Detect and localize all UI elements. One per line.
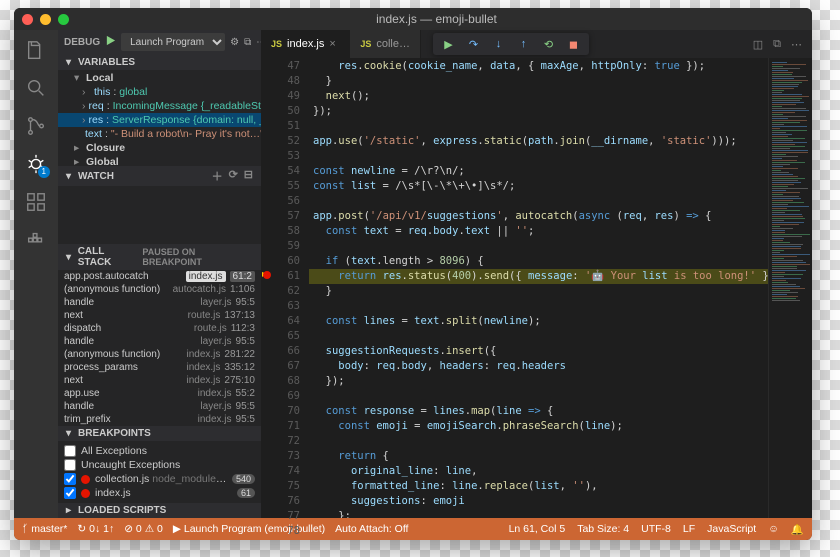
stack-frame[interactable]: dispatchroute.js112:3 (58, 322, 261, 335)
breakpoints-header[interactable]: ▾BREAKPOINTS (58, 426, 261, 441)
stack-frame[interactable]: process_paramsindex.js335:12 (58, 361, 261, 374)
tab-more-icon[interactable]: ⋯ (791, 38, 802, 51)
bp-checkbox[interactable] (64, 487, 76, 499)
bp-checkbox[interactable] (64, 473, 76, 485)
auto-attach[interactable]: Auto Attach: Off (335, 523, 408, 535)
variables-section: ▾Local › this: global› req: IncomingMess… (58, 70, 261, 166)
scope-row[interactable]: ▸Closure (58, 141, 261, 155)
stack-frame[interactable]: handlelayer.js95:5 (58, 335, 261, 348)
variable-row[interactable]: text: "- Build a robot\n- Pray it's not…… (58, 127, 261, 141)
variable-row[interactable]: › res: ServerResponse {domain: null, _ev… (58, 113, 261, 127)
debug-sidebar: DEBUG Launch Program ⚙ ⧉ ⋯ ▾VARIABLES ▾L… (58, 30, 261, 518)
minimap[interactable] (768, 58, 812, 518)
line-numbers: 4748495051525354555657585960616263646566… (275, 58, 309, 518)
editor[interactable]: ▸ 47484950515253545556575859606162636465… (261, 58, 812, 518)
variables-header[interactable]: ▾VARIABLES (58, 55, 261, 70)
stack-frame[interactable]: handlelayer.js95:5 (58, 296, 261, 309)
vscode-window: index.js — emoji-bullet 1 DEBUG Launch P… (14, 8, 812, 540)
stack-frame[interactable]: app.useindex.js55:2 (58, 387, 261, 400)
loaded-scripts-header[interactable]: ▸LOADED SCRIPTS (58, 503, 261, 518)
js-file-icon: JS (360, 39, 371, 49)
breakpoint-dot-icon (81, 475, 90, 484)
editor-tab[interactable]: JScolle… (350, 30, 421, 58)
docker-icon[interactable] (24, 228, 48, 252)
activity-bar: 1 (14, 30, 58, 518)
git-sync[interactable]: ↻ 0↓ 1↑ (77, 523, 114, 535)
js-file-icon: JS (271, 39, 282, 49)
console-icon[interactable]: ⧉ (244, 37, 251, 48)
stack-frame[interactable]: app.post.autocatchindex.js61:2 (58, 270, 261, 283)
breakpoint-builtin[interactable]: All Exceptions (64, 444, 255, 458)
close-icon[interactable] (22, 14, 33, 25)
callstack-header[interactable]: ▾CALL STACKPAUSED ON BREAKPOINT (58, 244, 261, 270)
stack-frame[interactable]: trim_prefixindex.js95:5 (58, 413, 261, 426)
stack-frame[interactable]: nextindex.js275:10 (58, 374, 261, 387)
window-title: index.js — emoji-bullet (69, 12, 804, 26)
minimize-icon[interactable] (40, 14, 51, 25)
step-out-button[interactable]: ↑ (517, 38, 530, 51)
stack-frame[interactable]: (anonymous function)autocatch.js1:106 (58, 283, 261, 296)
code-content[interactable]: res.cookie(cookie_name, data, { maxAge, … (309, 58, 768, 518)
traffic-lights (22, 14, 69, 25)
debug-floating-toolbar: ▶ ↷ ↓ ↑ ⟲ ◼ (433, 33, 589, 55)
zoom-icon[interactable] (58, 14, 69, 25)
breakpoint-builtin[interactable]: Uncaught Exceptions (64, 458, 255, 472)
cursor-position[interactable]: Ln 61, Col 5 (509, 523, 566, 536)
glyph-margin: ▸ (261, 58, 275, 518)
status-bar: ᚶ master* ↻ 0↓ 1↑ ⊘ 0 ⚠ 0 ▶ Launch Progr… (14, 518, 812, 540)
editor-tab[interactable]: JSindex.js× (261, 30, 350, 58)
refresh-icon[interactable]: ⟳ (229, 168, 238, 184)
breakpoint-user[interactable]: index.js61 (64, 486, 255, 500)
titlebar: index.js — emoji-bullet (14, 8, 812, 30)
tab-bar: JSindex.js×JScolle… ▶ ↷ ↓ ↑ ⟲ ◼ ◫ ⧉ ⋯ (261, 30, 812, 58)
encoding[interactable]: UTF-8 (641, 523, 671, 536)
feedback-icon[interactable]: ☺ (768, 523, 779, 536)
scope-local[interactable]: ▾Local (58, 71, 261, 85)
split-editor-icon[interactable]: ◫ (753, 38, 763, 51)
scope-row[interactable]: ▸Global (58, 155, 261, 166)
breakpoints-section: All ExceptionsUncaught Exceptionscollect… (58, 441, 261, 503)
step-over-button[interactable]: ↷ (467, 38, 480, 51)
start-debug-button[interactable] (105, 35, 116, 49)
restart-button[interactable]: ⟲ (542, 38, 555, 51)
debug-status[interactable]: ▶ Launch Program (emoji-bullet) (173, 523, 325, 535)
search-icon[interactable] (24, 76, 48, 100)
problems[interactable]: ⊘ 0 ⚠ 0 (124, 523, 163, 535)
indent[interactable]: Tab Size: 4 (577, 523, 629, 536)
language-mode[interactable]: JavaScript (707, 523, 756, 536)
debug-toolbar: DEBUG Launch Program ⚙ ⧉ ⋯ (58, 30, 261, 55)
gear-icon[interactable]: ⚙ (230, 37, 239, 48)
extensions-icon[interactable] (24, 190, 48, 214)
open-changes-icon[interactable]: ⧉ (773, 38, 781, 51)
stack-frame[interactable]: handlelayer.js95:5 (58, 400, 261, 413)
explorer-icon[interactable] (24, 38, 48, 62)
git-branch[interactable]: ᚶ master* (22, 523, 67, 535)
callstack-section: app.post.autocatchindex.js61:2(anonymous… (58, 270, 261, 426)
debug-badge: 1 (38, 166, 50, 178)
eol[interactable]: LF (683, 523, 695, 536)
stack-frame[interactable]: (anonymous function)index.js281:22 (58, 348, 261, 361)
debug-icon[interactable]: 1 (24, 152, 48, 176)
debug-header-label: DEBUG (64, 37, 100, 48)
continue-button[interactable]: ▶ (442, 38, 455, 51)
breakpoint-user[interactable]: collection.jsnode_modules/mong…540 (64, 472, 255, 486)
bp-checkbox[interactable] (64, 445, 76, 457)
notifications-icon[interactable]: 🔔 (791, 523, 804, 536)
scm-icon[interactable] (24, 114, 48, 138)
step-into-button[interactable]: ↓ (492, 38, 505, 51)
variable-row[interactable]: › req: IncomingMessage {_readableState: … (58, 99, 261, 113)
variable-row[interactable]: › this: global (58, 85, 261, 99)
watch-section (58, 186, 261, 244)
stack-frame[interactable]: nextroute.js137:13 (58, 309, 261, 322)
bp-checkbox[interactable] (64, 459, 76, 471)
watch-header[interactable]: ▾WATCH ＋⟳⊟ (58, 166, 261, 186)
editor-group: JSindex.js×JScolle… ▶ ↷ ↓ ↑ ⟲ ◼ ◫ ⧉ ⋯ ▸ … (261, 30, 812, 518)
close-tab-icon[interactable]: × (329, 38, 339, 50)
add-watch-icon[interactable]: ＋ (212, 168, 223, 184)
stop-button[interactable]: ◼ (567, 38, 580, 51)
debug-config-select[interactable]: Launch Program (121, 33, 225, 51)
collapse-icon[interactable]: ⊟ (244, 168, 253, 184)
breakpoint-dot-icon (81, 489, 90, 498)
